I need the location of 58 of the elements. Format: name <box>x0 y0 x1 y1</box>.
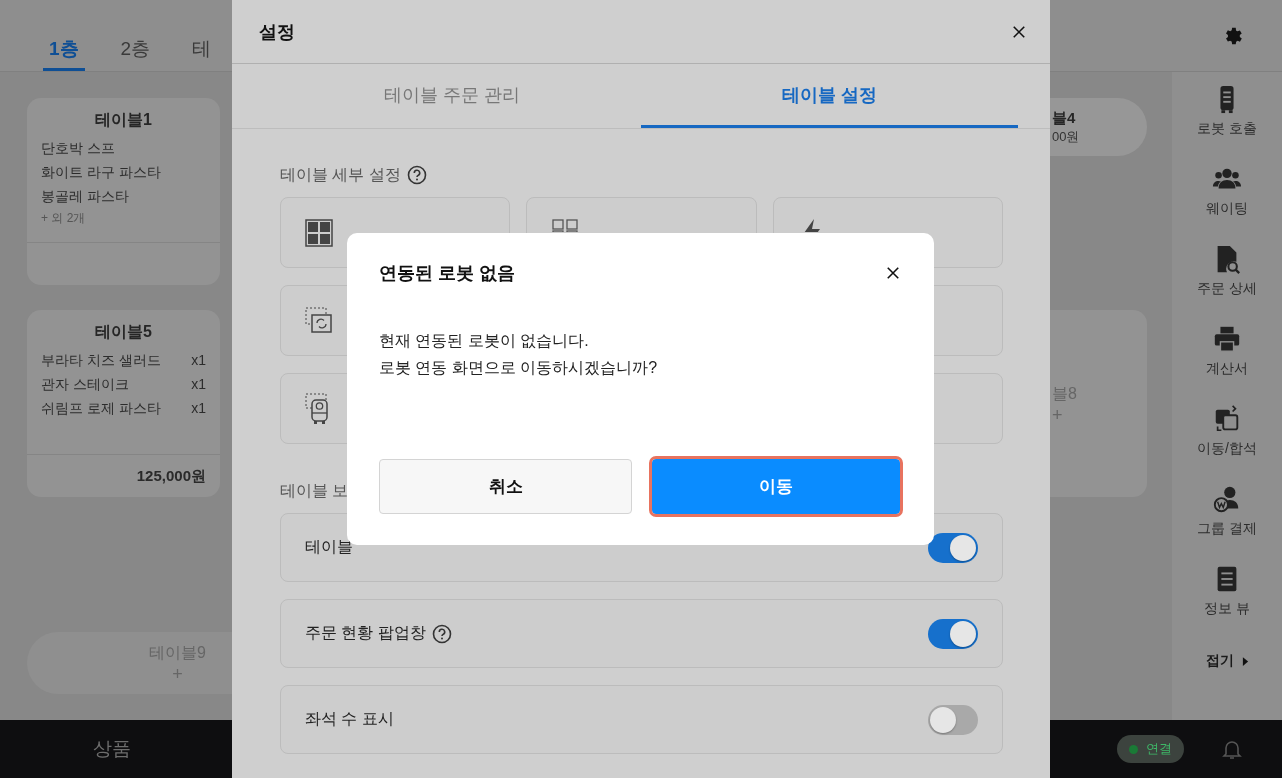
sidebar-item[interactable]: 로봇 호출 <box>1182 84 1272 152</box>
connection-status: 연결 <box>1117 735 1184 763</box>
help-icon[interactable] <box>406 165 427 185</box>
order-item: 단호박 스프 <box>41 139 115 158</box>
order-item: 관자 스테이크 <box>41 375 129 394</box>
caret-icon <box>1241 655 1249 667</box>
dialog-message: 현재 연동된 로봇이 없습니다. <box>379 331 590 351</box>
floor-tab[interactable]: 2층 <box>114 15 157 71</box>
add-sign: + <box>1052 404 1064 425</box>
settings-tab[interactable]: 테이블 설정 <box>641 64 1018 128</box>
table-card[interactable]: 테이블1 단호박 스프 화이트 라구 파스타 봉골레 파스타 + 외 2개 <box>27 98 220 285</box>
dialog-message: 로봇 연동 화면으로 이동하시겠습니까? <box>379 358 659 378</box>
collapse-button[interactable]: 접기 <box>1205 652 1249 670</box>
settings-tab[interactable]: 테이블 주문 관리 <box>264 64 641 128</box>
sidebar-item[interactable]: 이동/합석 <box>1182 404 1272 472</box>
toggle-switch[interactable] <box>928 618 978 649</box>
floor-tab[interactable]: 테 <box>186 15 218 71</box>
table-name: 테이블5 <box>94 322 153 342</box>
bottom-tab[interactable]: 상품 <box>0 736 224 762</box>
table-amount: 00원 <box>1052 128 1081 146</box>
more-items: + 외 2개 <box>41 210 87 227</box>
table-card[interactable]: 블4 00원 <box>1050 98 1147 156</box>
squares-icon <box>551 219 580 232</box>
sidebar-item[interactable]: 주문 상세 <box>1182 244 1272 312</box>
sidebar-item[interactable]: 그룹 결제 <box>1182 484 1272 552</box>
close-icon[interactable] <box>1012 24 1026 39</box>
toggle-label: 좌석 수 표시 <box>305 709 394 729</box>
table-card[interactable]: 테이블5 부라타 치즈 샐러드 x1 관자 스테이크 x1 쉬림프 로제 파스타 x1 125,000원 <box>27 310 220 497</box>
table-total: 125,000원 <box>136 466 206 486</box>
sidebar-item[interactable]: 계산서 <box>1182 324 1272 392</box>
sidebar-item[interactable]: 웨이팅 <box>1182 164 1272 232</box>
cancel-button[interactable]: 취소 <box>379 459 632 514</box>
order-item: 부라타 치즈 샐러드 <box>41 351 161 370</box>
add-sign: + <box>172 664 183 684</box>
section-title: 테이블 세부 설정 <box>280 164 401 185</box>
sidebar-item[interactable]: 정보 뷰 <box>1182 564 1272 632</box>
grid-icon <box>305 218 333 247</box>
item-quantity: x1 <box>191 351 206 370</box>
item-quantity: x1 <box>191 375 206 394</box>
order-item: 봉골레 파스타 <box>41 187 129 206</box>
toggle-label: 테이블 <box>305 537 353 557</box>
table-name: 테이블1 <box>94 110 153 130</box>
status-dot-icon <box>1129 744 1138 754</box>
help-icon[interactable] <box>431 623 452 644</box>
table-name: 블4 <box>1052 108 1077 128</box>
item-quantity: x1 <box>191 399 206 418</box>
section-title: 테이블 보 <box>280 480 349 501</box>
toggle-label: 주문 현황 팝업창 <box>305 623 426 643</box>
toggle-switch[interactable] <box>928 704 978 735</box>
panel-title: 설정 <box>259 20 295 44</box>
confirm-button[interactable]: 이동 <box>652 459 900 514</box>
close-icon[interactable] <box>886 266 900 280</box>
rotate-icon <box>305 306 333 335</box>
order-item: 쉬림프 로제 파스타 <box>41 399 161 418</box>
toggle-switch[interactable] <box>928 532 978 563</box>
order-item: 화이트 라구 파스타 <box>41 163 161 182</box>
printer-icon <box>1212 324 1242 354</box>
dialog-title: 연동된 로봇 없음 <box>379 262 515 285</box>
